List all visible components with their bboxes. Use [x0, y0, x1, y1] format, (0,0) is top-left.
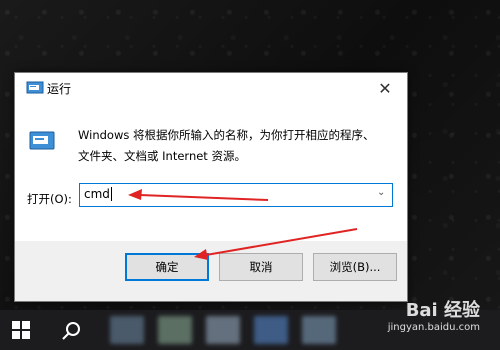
watermark-main: Bai 经验: [405, 300, 480, 321]
arrow-to-input: [128, 189, 269, 201]
taskbar-app[interactable]: [254, 316, 288, 344]
taskbar-app[interactable]: [158, 316, 192, 344]
taskbar-app[interactable]: [206, 316, 240, 344]
taskbar-app[interactable]: [302, 316, 336, 344]
windows-start-icon[interactable]: [12, 321, 30, 339]
search-icon[interactable]: [60, 320, 82, 342]
watermark-url: jingyan.baidu.com: [387, 322, 480, 333]
taskbar-app[interactable]: [110, 316, 144, 344]
arrow-to-ok: [194, 228, 358, 260]
baidu-watermark: Bai 经验 jingyan.baidu.com: [388, 296, 480, 333]
